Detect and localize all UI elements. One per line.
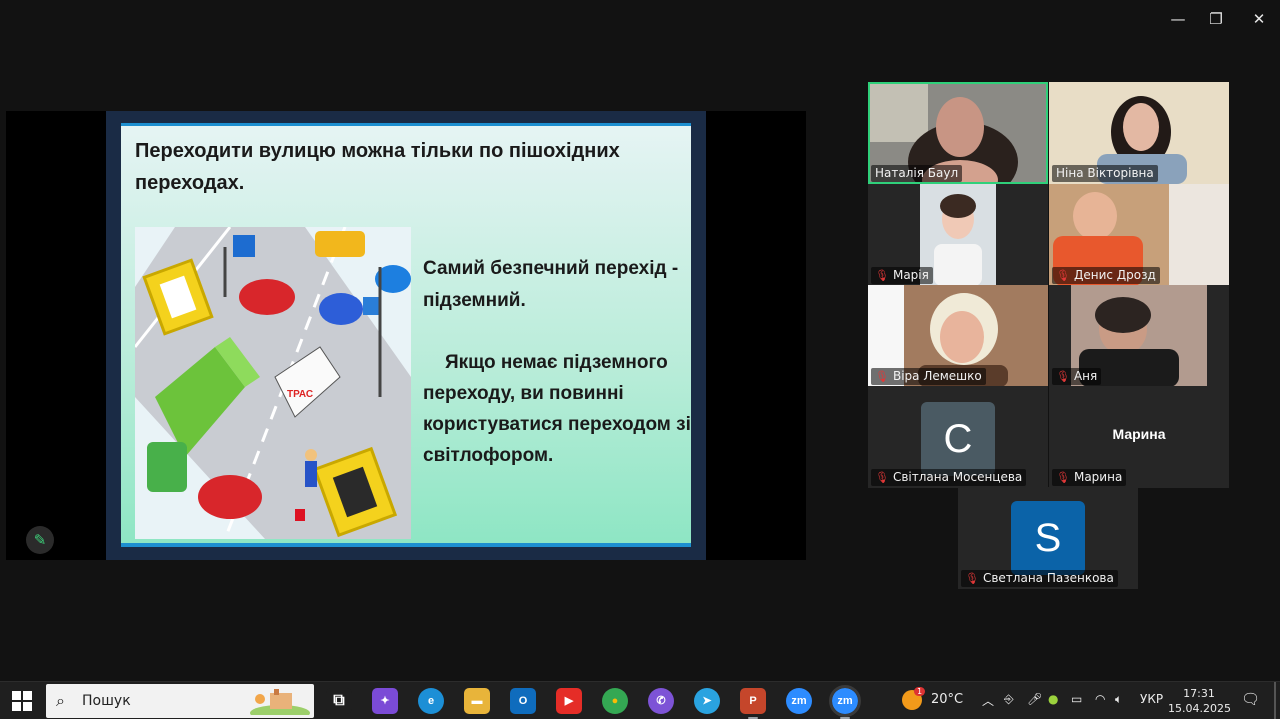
taskbar: ⌕ Пошук ⧉ ✦ e ▬ O ▶ ● ✆ ➤ P zm zm 1 20°C…: [0, 681, 1280, 719]
participant-name: 🎙 Аня: [1052, 368, 1102, 385]
edge-icon[interactable]: e: [418, 688, 444, 714]
shared-screen: Переходити вулицю можна тільки по пішохі…: [6, 111, 806, 560]
search-icon: ⌕: [56, 691, 65, 710]
minimize-button[interactable]: —: [1167, 8, 1189, 30]
participant-name: 🎙 Віра Лемешко: [871, 368, 986, 385]
notification-icon[interactable]: 🗨︎: [1241, 690, 1260, 708]
participant-name: Наталія Баул: [871, 165, 963, 182]
microphone-icon[interactable]: 🎤︎: [1027, 692, 1042, 706]
participant-name: 🎙 Денис Дрозд: [1052, 267, 1160, 284]
pencil-icon[interactable]: ✎: [26, 526, 54, 554]
wifi-icon[interactable]: ◠: [1095, 692, 1105, 706]
chrome-icon[interactable]: ●: [602, 688, 628, 714]
slide-top-bar: [121, 123, 691, 126]
slide-title: Переходити вулицю можна тільки по пішохі…: [135, 140, 620, 194]
show-desktop-button[interactable]: [1274, 682, 1276, 719]
participant-name: 🎙 Світлана Мосенцева: [871, 469, 1027, 486]
participant-tile[interactable]: 🎙 Віра Лемешко: [868, 285, 1048, 387]
clock[interactable]: 17:31 15.04.2025: [1168, 686, 1231, 716]
weather-badge: 1: [914, 687, 926, 696]
copilot-icon[interactable]: ✦: [372, 688, 398, 714]
search-label: Пошук: [82, 693, 131, 709]
participant-tile[interactable]: Наталія Баул: [868, 82, 1048, 184]
participant-display-name: Марина: [1112, 426, 1166, 442]
participant-tile[interactable]: С 🎙 Світлана Мосенцева: [868, 386, 1048, 488]
app-tray-icon[interactable]: ●: [1048, 692, 1058, 706]
participant-tile[interactable]: 🎙 Денис Дрозд: [1049, 184, 1229, 286]
participant-tile[interactable]: Ніна Вікторівна: [1049, 82, 1229, 184]
task-view-icon[interactable]: ⧉: [326, 688, 352, 714]
language-indicator[interactable]: УКР: [1140, 692, 1163, 706]
outlook-icon[interactable]: O: [510, 688, 536, 714]
slide-content: Переходити вулицю можна тільки по пішохі…: [121, 123, 691, 547]
participant-name: Ніна Вікторівна: [1052, 165, 1158, 182]
slide-bottom-bar: [121, 543, 691, 547]
restore-button[interactable]: ❐: [1205, 8, 1227, 30]
participant-tile[interactable]: S 🎙 Светлана Пазенкова: [958, 487, 1138, 589]
close-button[interactable]: ✕: [1248, 8, 1270, 30]
clock-date: 15.04.2025: [1168, 702, 1231, 715]
muted-mic-icon: 🎙: [875, 471, 889, 484]
participant-name: 🎙 Марія: [871, 267, 933, 284]
participant-name: 🎙 Светлана Пазенкова: [961, 570, 1118, 587]
participant-tile[interactable]: 🎙 Аня: [1049, 285, 1229, 387]
participant-tile[interactable]: 🎙 Марія: [868, 184, 1048, 286]
zoom-meeting-icon[interactable]: zm: [829, 685, 861, 719]
taskbar-search-box[interactable]: ⌕ Пошук: [46, 684, 314, 718]
participant-avatar: S: [1011, 501, 1085, 575]
zoom-icon[interactable]: zm: [786, 688, 812, 714]
muted-mic-icon: 🎙: [1056, 471, 1070, 484]
viber-icon[interactable]: ✆: [648, 688, 674, 714]
clock-time: 17:31: [1183, 687, 1215, 700]
participant-name: 🎙 Марина: [1052, 469, 1127, 486]
participant-avatar: С: [921, 402, 995, 476]
slide-text-traffic-light: Якщо немає підземного переходу, ви повин…: [423, 352, 691, 466]
search-highlight-icon: [250, 689, 310, 715]
muted-mic-icon: 🎙: [1056, 370, 1070, 383]
chevron-up-icon[interactable]: ︿: [982, 692, 994, 709]
muted-mic-icon: 🎙: [965, 572, 979, 585]
windows-start-icon[interactable]: [12, 691, 32, 711]
weather-temperature[interactable]: 20°C: [931, 692, 963, 707]
presentation-slide: Переходити вулицю можна тільки по пішохі…: [106, 111, 706, 560]
muted-mic-icon: 🎙: [875, 370, 889, 383]
participant-tile[interactable]: Марина 🎙 Марина: [1049, 386, 1229, 488]
volume-icon[interactable]: 🔈︎: [1115, 692, 1122, 707]
meeting-icon[interactable]: ⎆: [1004, 692, 1014, 707]
screen: — ❐ ✕ Переходити вулицю можна тільки по …: [0, 0, 1280, 719]
telegram-icon[interactable]: ➤: [694, 688, 720, 714]
slide-text-underground: Самий безпечний перехід - підземний.: [423, 258, 679, 311]
youtube-icon[interactable]: ▶: [556, 688, 582, 714]
truck-sign-text: ТРАС: [287, 389, 313, 400]
battery-icon[interactable]: ▭: [1071, 692, 1082, 706]
muted-mic-icon: 🎙: [875, 269, 889, 282]
powerpoint-icon[interactable]: P: [740, 688, 766, 719]
muted-mic-icon: 🎙: [1056, 269, 1070, 282]
file-explorer-icon[interactable]: ▬: [464, 688, 490, 714]
street-crossing-illustration: ТРАС: [135, 227, 411, 539]
